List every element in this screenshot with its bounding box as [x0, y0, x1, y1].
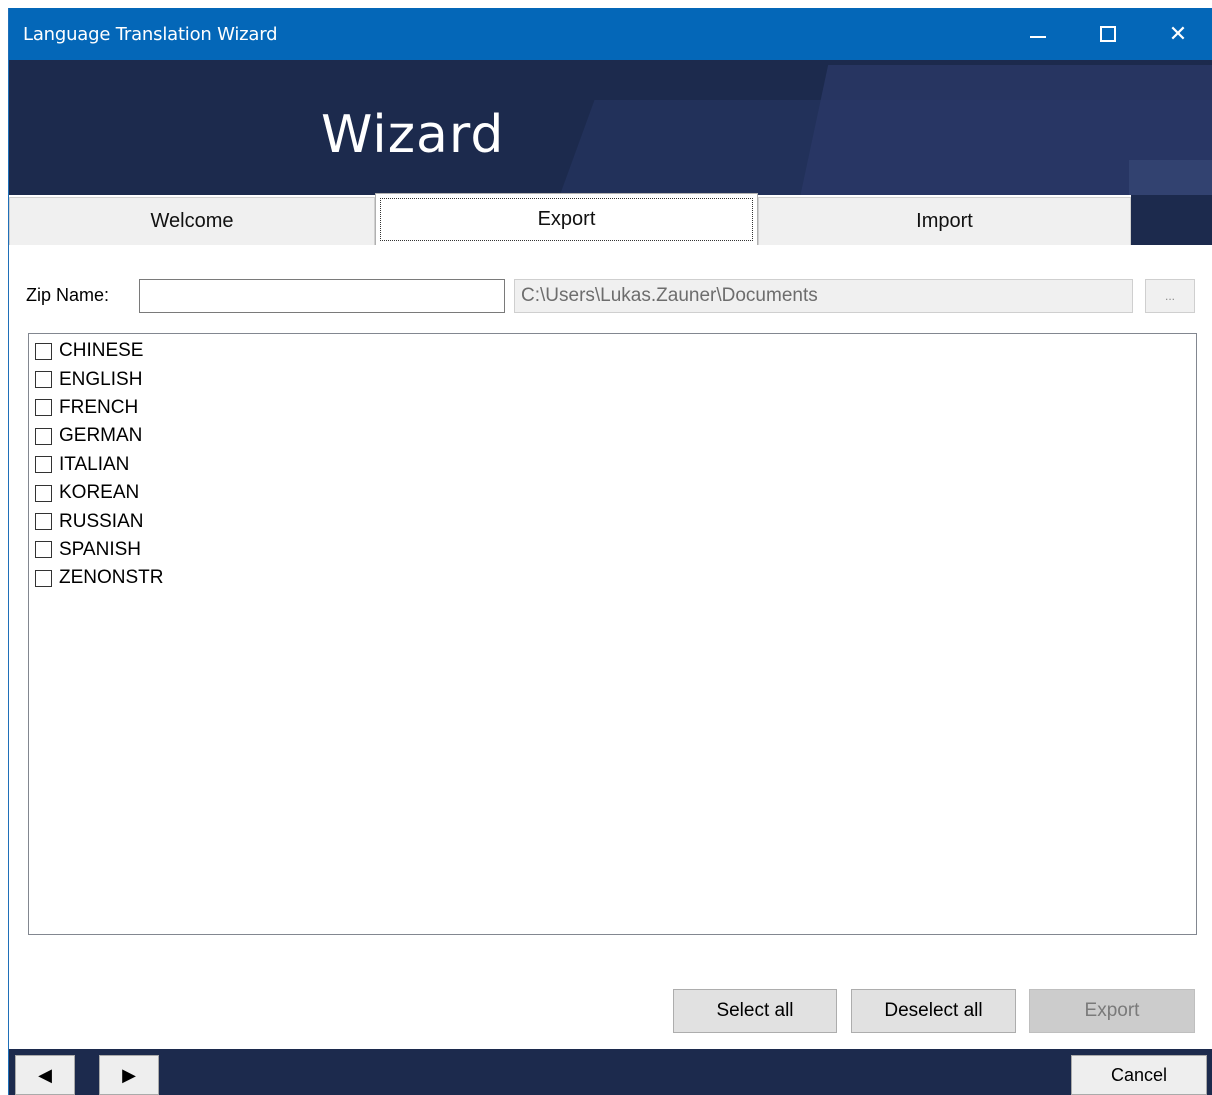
navigation-bar: ◀ ▶ Cancel	[9, 1049, 1212, 1095]
banner: Wizard	[9, 60, 1212, 195]
list-item[interactable]: CHINESE	[29, 337, 1196, 365]
checkbox[interactable]	[35, 541, 52, 559]
tab-import[interactable]: Import	[758, 197, 1131, 245]
export-panel: Zip Name: C:\Users\Lukas.Zauner\Document…	[9, 245, 1212, 1049]
close-icon: ✕	[1168, 21, 1188, 46]
previous-button[interactable]: ◀	[15, 1055, 75, 1095]
language-label: SPANISH	[59, 538, 142, 560]
zip-name-input[interactable]	[139, 279, 505, 313]
zip-name-label: Zip Name:	[26, 285, 110, 305]
list-item[interactable]: ZENONSTR	[29, 564, 1196, 592]
language-label: KOREAN	[59, 482, 140, 504]
wizard-window: Language Translation Wizard ✕ Wizard Wel…	[8, 8, 1212, 1095]
banner-title: Wizard	[321, 105, 505, 165]
checkbox[interactable]	[35, 399, 52, 417]
list-item[interactable]: KOREAN	[29, 479, 1196, 507]
language-label: ZENONSTR	[59, 567, 164, 589]
tab-label: Import	[916, 210, 973, 232]
checkbox[interactable]	[35, 427, 52, 445]
checkbox[interactable]	[35, 342, 52, 360]
deselect-all-button[interactable]: Deselect all	[851, 989, 1016, 1033]
next-button[interactable]: ▶	[99, 1055, 159, 1095]
select-all-button[interactable]: Select all	[673, 989, 837, 1033]
tab-strip: Welcome Export Import	[9, 193, 1212, 245]
maximize-button[interactable]	[1073, 8, 1143, 60]
tab-welcome[interactable]: Welcome	[9, 197, 375, 245]
tab-strip-filler	[1131, 195, 1212, 245]
list-item[interactable]: FRENCH	[29, 394, 1196, 422]
checkbox[interactable]	[35, 484, 52, 502]
checkbox[interactable]	[35, 513, 52, 531]
browse-button[interactable]: ...	[1145, 279, 1195, 313]
list-item[interactable]: GERMAN	[29, 422, 1196, 450]
cancel-button[interactable]: Cancel	[1071, 1055, 1207, 1095]
tab-focus-rect: Export	[380, 198, 753, 241]
minimize-button[interactable]	[1003, 8, 1073, 60]
language-label: FRENCH	[59, 396, 139, 418]
tab-label: Welcome	[150, 210, 234, 232]
title-bar: Language Translation Wizard ✕	[9, 8, 1212, 60]
list-item[interactable]: RUSSIAN	[29, 507, 1196, 535]
export-button[interactable]: Export	[1029, 989, 1195, 1033]
export-path-field: C:\Users\Lukas.Zauner\Documents	[514, 279, 1133, 313]
language-label: GERMAN	[59, 425, 143, 447]
language-label: ENGLISH	[59, 368, 143, 390]
close-button[interactable]: ✕	[1143, 8, 1212, 60]
list-item[interactable]: ITALIAN	[29, 451, 1196, 479]
checkbox[interactable]	[35, 569, 52, 587]
list-item[interactable]: ENGLISH	[29, 365, 1196, 393]
tab-export[interactable]: Export	[375, 193, 758, 245]
checkbox[interactable]	[35, 456, 52, 474]
checkbox[interactable]	[35, 371, 52, 389]
banner-decoration	[1129, 160, 1212, 195]
language-label: CHINESE	[59, 340, 144, 362]
list-item[interactable]: SPANISH	[29, 536, 1196, 564]
maximize-icon	[1100, 26, 1116, 42]
arrow-right-icon: ▶	[122, 1064, 136, 1085]
window-title: Language Translation Wizard	[23, 24, 278, 45]
minimize-icon	[1030, 36, 1046, 38]
arrow-left-icon: ◀	[38, 1064, 52, 1085]
language-label: ITALIAN	[59, 453, 130, 475]
language-checklist[interactable]: CHINESE ENGLISH FRENCH GERMAN ITALIAN KO…	[28, 333, 1197, 935]
language-label: RUSSIAN	[59, 510, 144, 532]
tab-label: Export	[537, 208, 596, 230]
